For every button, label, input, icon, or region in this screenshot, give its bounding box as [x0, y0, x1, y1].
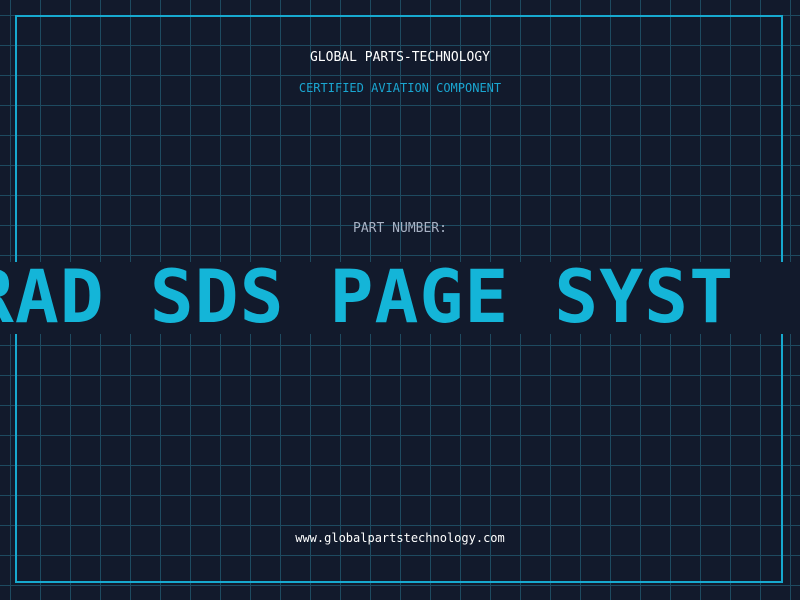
part-number-band: D RAD SDS PAGE SYST — [0, 262, 800, 334]
website-url: www.globalpartstechnology.com — [295, 531, 505, 545]
part-number-value: D RAD SDS PAGE SYST — [0, 262, 735, 334]
company-name: GLOBAL PARTS-TECHNOLOGY — [309, 50, 490, 65]
part-label-canvas: GLOBAL PARTS-TECHNOLOGY CERTIFIED AVIATI… — [0, 0, 800, 600]
tagline: CERTIFIED AVIATION COMPONENT — [298, 81, 502, 95]
part-number-label: PART NUMBER: — [353, 221, 447, 236]
